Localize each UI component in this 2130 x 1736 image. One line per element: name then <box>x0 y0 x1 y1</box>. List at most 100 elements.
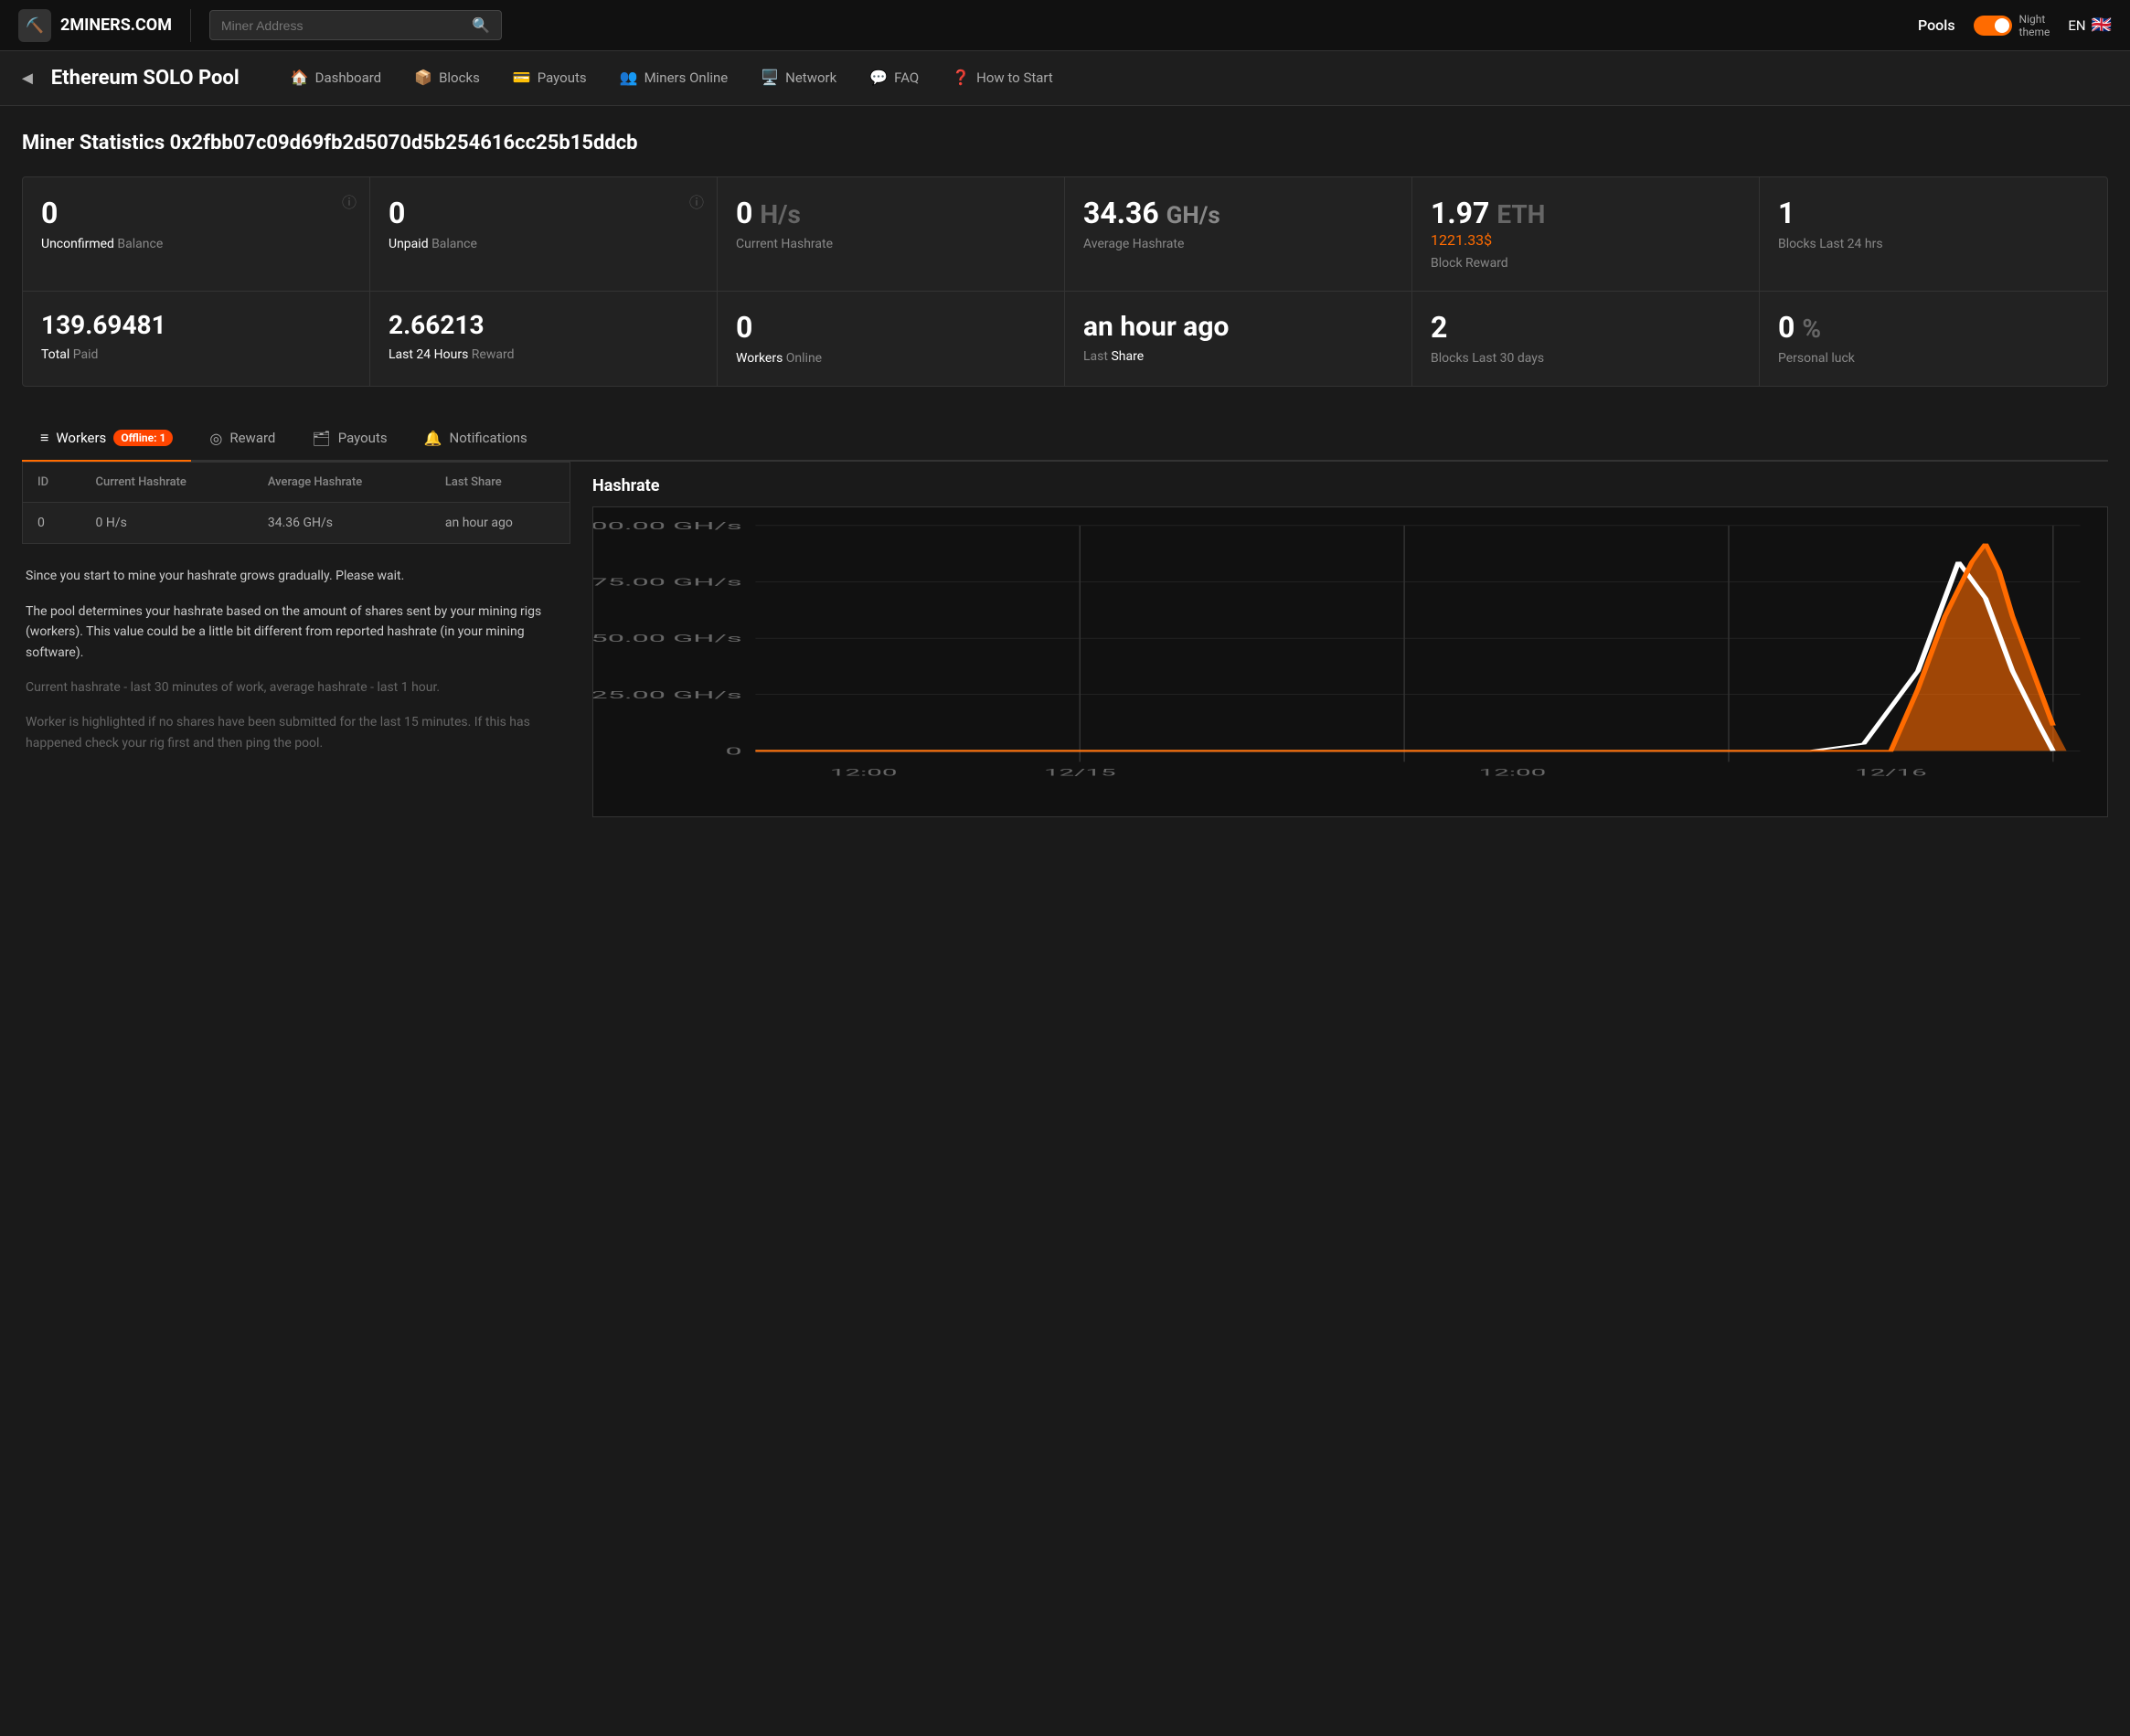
blocks-30d-label: Blocks Last 30 days <box>1431 351 1741 366</box>
stat-current-hashrate: 0 H/s Current Hashrate <box>718 177 1065 292</box>
payouts-tab-label: Payouts <box>338 430 388 446</box>
col-id: ID <box>23 463 81 503</box>
stat-average-hashrate: 34.36 GH/s Average Hashrate <box>1065 177 1412 292</box>
miner-title: Miner Statistics 0x2fbb07c09d69fb2d5070d… <box>22 132 2108 154</box>
workers-online-value: 0 <box>736 312 1046 344</box>
night-theme-switch[interactable] <box>1974 16 2012 36</box>
logo-area: ⛏️ 2MINERS.COM <box>18 9 191 42</box>
last-share-value: an hour ago <box>1083 312 1393 342</box>
info-text-1: Since you start to mine your hashrate gr… <box>26 566 567 586</box>
workers-offline-badge: Offline: 1 <box>113 430 173 446</box>
col-average-hashrate: Average Hashrate <box>253 463 431 503</box>
svg-text:0: 0 <box>725 745 741 757</box>
pool-title: Ethereum SOLO Pool <box>51 67 240 90</box>
header: ⛏️ 2MINERS.COM 🔍 Pools Night theme EN 🇬🇧 <box>0 0 2130 51</box>
night-theme-label: Night theme <box>2019 13 2050 38</box>
info-text-2: The pool determines your hashrate based … <box>26 602 567 663</box>
block-reward-usd: 1221.33$ <box>1431 231 1741 249</box>
current-hashrate-value: 0 H/s <box>736 197 1046 229</box>
chart-container: 100.00 GH/s 75.00 GH/s 50.00 GH/s 25.00 … <box>592 506 2108 817</box>
unpaid-balance-label: Unpaid Balance <box>389 237 698 251</box>
nav-item-network-label: Network <box>785 69 836 86</box>
col-current-hashrate: Current Hashrate <box>81 463 253 503</box>
block-reward-value: 1.97 ETH <box>1431 197 1741 229</box>
workers-tab-label: Workers <box>56 430 106 446</box>
svg-text:25.00 GH/s: 25.00 GH/s <box>593 689 742 701</box>
tab-notifications[interactable]: 🔔 Notifications <box>406 417 546 462</box>
svg-text:100.00 GH/s: 100.00 GH/s <box>593 520 742 532</box>
nav-item-network[interactable]: 🖥️ Network <box>746 51 851 105</box>
pools-link[interactable]: Pools <box>1918 16 1955 34</box>
last-share-label: Last Share <box>1083 349 1393 364</box>
search-icon[interactable]: 🔍 <box>472 16 490 34</box>
search-input[interactable] <box>221 18 464 33</box>
nav-item-how-to-start-label: How to Start <box>976 69 1053 86</box>
content-area: ID Current Hashrate Average Hashrate Las… <box>22 462 2108 817</box>
language-selector[interactable]: EN 🇬🇧 <box>2068 16 2112 35</box>
personal-luck-value: 0 % <box>1778 312 2089 344</box>
info-text-4: Worker is highlighted if no shares have … <box>26 712 567 753</box>
reward-tab-icon: ◎ <box>209 430 222 447</box>
network-icon: 🖥️ <box>761 69 779 86</box>
info-section: Since you start to mine your hashrate gr… <box>22 566 570 753</box>
stat-unconfirmed-balance: ⓘ 0 Unconfirmed Balance <box>23 177 370 292</box>
tab-payouts[interactable]: 🗂 Payouts <box>293 417 405 462</box>
nav-item-how-to-start[interactable]: ❓ How to Start <box>937 51 1068 105</box>
nav-item-payouts[interactable]: 💳 Payouts <box>498 51 602 105</box>
tabs: ≡ Workers Offline: 1 ◎ Reward 🗂 Payouts … <box>22 416 2108 462</box>
flag-icon: 🇬🇧 <box>2092 16 2112 35</box>
nav-item-payouts-label: Payouts <box>538 69 587 86</box>
blocks-24h-label: Blocks Last 24 hrs <box>1778 237 2089 251</box>
tab-reward[interactable]: ◎ Reward <box>191 417 293 462</box>
info-icon-unconfirmed[interactable]: ⓘ <box>342 190 357 212</box>
nav-item-faq-label: FAQ <box>894 69 919 86</box>
workers-tab-icon: ≡ <box>40 429 48 447</box>
svg-text:12/16: 12/16 <box>1855 768 1927 778</box>
worker-current-hashrate: 0 H/s <box>81 503 253 544</box>
header-right: Pools Night theme EN 🇬🇧 <box>1918 13 2112 38</box>
miner-title-prefix: Miner Statistics <box>22 132 170 154</box>
total-paid-value: 139.69481 <box>41 312 351 340</box>
back-button[interactable]: ◄ <box>18 67 37 90</box>
logo-text: 2MINERS.COM <box>60 16 172 35</box>
last-24h-reward-value: 2.66213 <box>389 312 698 340</box>
nav-item-dashboard[interactable]: 🏠 Dashboard <box>276 51 396 105</box>
info-text-3: Current hashrate - last 30 minutes of wo… <box>26 677 567 698</box>
svg-text:50.00 GH/s: 50.00 GH/s <box>593 633 742 644</box>
stat-last-24h-reward: 2.66213 Last 24 Hours Reward <box>370 292 718 386</box>
hashrate-chart: 100.00 GH/s 75.00 GH/s 50.00 GH/s 25.00 … <box>593 507 2107 816</box>
nav-item-blocks-label: Blocks <box>439 69 480 86</box>
nav-bar: ◄ Ethereum SOLO Pool 🏠 Dashboard 📦 Block… <box>0 51 2130 106</box>
svg-text:75.00 GH/s: 75.00 GH/s <box>593 577 742 589</box>
chart-title: Hashrate <box>592 462 2108 506</box>
payouts-nav-icon: 💳 <box>513 69 531 86</box>
worker-id: 0 <box>23 503 81 544</box>
svg-text:12:00: 12:00 <box>830 768 898 778</box>
stat-personal-luck: 0 % Personal luck <box>1760 292 2107 386</box>
stat-total-paid: 139.69481 Total Paid <box>23 292 370 386</box>
nav-item-miners-online-label: Miners Online <box>644 69 729 86</box>
logo-icon: ⛏️ <box>18 9 51 42</box>
svg-text:12:00: 12:00 <box>1479 768 1547 778</box>
total-paid-label: Total Paid <box>41 347 351 362</box>
tab-workers[interactable]: ≡ Workers Offline: 1 <box>22 416 191 462</box>
search-bar[interactable]: 🔍 <box>209 10 502 40</box>
block-reward-label: Block Reward <box>1431 256 1741 271</box>
nav-item-blocks[interactable]: 📦 Blocks <box>399 51 495 105</box>
info-icon-unpaid[interactable]: ⓘ <box>689 190 704 212</box>
right-panel: Hashrate 100.00 GH/s 75.00 GH/ <box>592 462 2108 817</box>
unpaid-balance-value: 0 <box>389 197 698 229</box>
nav-item-miners-online[interactable]: 👥 Miners Online <box>605 51 743 105</box>
miner-address: 0x2fbb07c09d69fb2d5070d5b254616cc25b15dd… <box>170 132 638 154</box>
table-row: 0 0 H/s 34.36 GH/s an hour ago <box>23 503 570 544</box>
stat-workers-online: 0 Workers Online <box>718 292 1065 386</box>
dashboard-icon: 🏠 <box>291 69 309 86</box>
nav-item-faq[interactable]: 💬 FAQ <box>855 51 933 105</box>
current-hashrate-label: Current Hashrate <box>736 237 1046 251</box>
stat-unpaid-balance: ⓘ 0 Unpaid Balance <box>370 177 718 292</box>
average-hashrate-label: Average Hashrate <box>1083 237 1393 251</box>
workers-online-label: Workers Online <box>736 351 1046 366</box>
last-24h-reward-label: Last 24 Hours Reward <box>389 347 698 362</box>
how-to-start-icon: ❓ <box>952 69 970 86</box>
average-hashrate-value: 34.36 GH/s <box>1083 197 1393 229</box>
